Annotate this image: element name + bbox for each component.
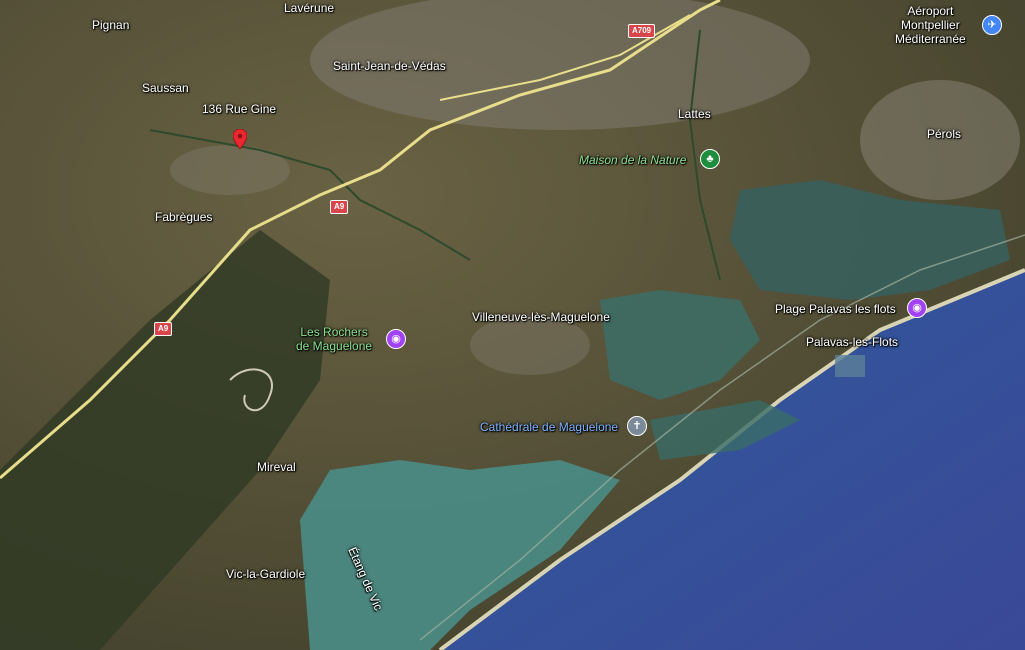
camera-icon-plage[interactable]: ◉: [907, 298, 927, 318]
place-laverune: Lavérune: [284, 1, 335, 15]
poi-airport-label-line1: Aéroport: [907, 4, 954, 18]
poi-airport-label-line2: Montpellier: [901, 18, 960, 32]
palavas-harbour: [835, 355, 865, 377]
tree-icon[interactable]: ♣: [700, 149, 720, 169]
place-mireval: Mireval: [257, 460, 296, 474]
place-fabregues: Fabrègues: [155, 210, 213, 224]
place-saint-jean-de-vedas: Saint-Jean-de-Védas: [333, 59, 446, 73]
cross-icon[interactable]: ✝: [627, 416, 647, 436]
place-pignan: Pignan: [92, 18, 130, 32]
urban-villeneuve: [470, 315, 590, 375]
place-lattes: Lattes: [678, 107, 711, 121]
place-palavas: Palavas-les-Flots: [806, 335, 899, 349]
road-shield-a9-lower: A9: [154, 322, 173, 336]
road-shield-a709: A709: [628, 24, 656, 38]
satellite-map[interactable]: 136 Rue Gine Pignan Lavérune Saussan Sai…: [0, 0, 1025, 650]
place-perols: Pérols: [927, 127, 962, 141]
poi-airport-label: Aéroport Montpellier Méditerranée: [895, 4, 966, 46]
poi-rochers-label-line2: de Maguelone: [296, 339, 373, 353]
poi-rochers-label: Les Rochers de Maguelone: [296, 325, 372, 353]
road-shield-a9-upper: A9: [330, 200, 349, 214]
place-saussan: Saussan: [142, 81, 189, 95]
poi-maison-nature-label: Maison de la Nature: [579, 153, 687, 167]
place-vic-la-gardiole: Vic-la-Gardiole: [226, 567, 306, 581]
poi-airport-label-line3: Méditerranée: [895, 32, 966, 46]
poi-rochers-label-line1: Les Rochers: [300, 325, 368, 339]
poi-cathedrale-label: Cathédrale de Maguelone: [480, 420, 619, 434]
airplane-icon[interactable]: ✈: [982, 15, 1002, 35]
marker-label: 136 Rue Gine: [202, 102, 277, 116]
map-pin-icon[interactable]: [233, 129, 247, 149]
poi-plage-label: Plage Palavas les flots: [775, 302, 896, 316]
place-villeneuve: Villeneuve-lès-Maguelone: [472, 310, 610, 324]
camera-icon[interactable]: ◉: [386, 329, 406, 349]
